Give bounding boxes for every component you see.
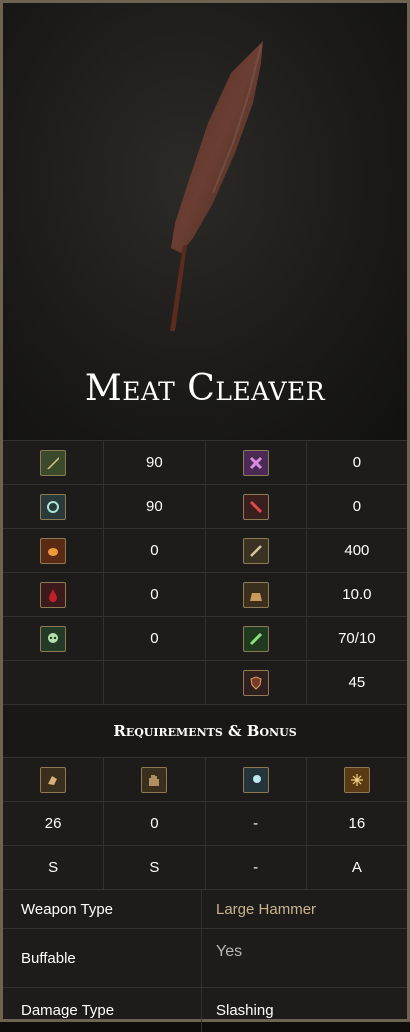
info-value: Slashing bbox=[201, 988, 407, 1032]
item-card: Meat Cleaver 90 0 90 0 0 400 0 10.0 0 70… bbox=[0, 0, 410, 1032]
item-title: Meat Cleaver bbox=[84, 368, 326, 409]
requirement-value: 26 bbox=[44, 815, 62, 832]
durability-icon bbox=[242, 537, 269, 564]
cross-icon bbox=[242, 449, 269, 476]
slash-red-icon bbox=[242, 493, 269, 520]
stat-row: 0 10.0 bbox=[3, 572, 407, 616]
scaling-grade: A bbox=[305, 846, 407, 889]
blood-icon bbox=[40, 581, 67, 608]
scaling-grade: S bbox=[48, 859, 59, 876]
requirement-value: - bbox=[204, 802, 306, 845]
stat-value: 0 bbox=[103, 573, 204, 616]
requirement-value: 0 bbox=[103, 802, 204, 845]
info-value: Yes bbox=[201, 929, 407, 987]
stat-value: 90 bbox=[103, 441, 204, 484]
stat-value: 0 bbox=[305, 441, 407, 484]
info-label: Weapon Type bbox=[21, 900, 114, 918]
scaling-grade: - bbox=[204, 846, 306, 889]
stat-value: 0 bbox=[103, 529, 204, 572]
weapon-type-link[interactable]: Large Hammer bbox=[201, 890, 407, 928]
requirement-grades-row: S S - A bbox=[3, 845, 407, 889]
scaling-grade: S bbox=[103, 846, 204, 889]
stat-value: 0 bbox=[103, 617, 204, 660]
meat-cleaver-image bbox=[170, 41, 263, 331]
faith-icon bbox=[343, 766, 370, 793]
info-label: Buffable bbox=[21, 949, 76, 967]
requirements-header: Requirements & Bonus bbox=[3, 704, 407, 757]
stat-value: 400 bbox=[305, 529, 407, 572]
requirement-values-row: 26 0 - 16 bbox=[3, 801, 407, 845]
magic-damage-icon bbox=[40, 493, 67, 520]
requirement-value: 16 bbox=[305, 802, 407, 845]
stat-value: 90 bbox=[103, 485, 204, 528]
stat-row: 90 0 bbox=[3, 484, 407, 528]
info-row-buffable: Buffable Yes bbox=[3, 928, 407, 987]
fire-damage-icon bbox=[40, 537, 67, 564]
stat-row: 90 0 bbox=[3, 440, 407, 484]
item-hero: Meat Cleaver bbox=[3, 3, 407, 440]
info-row-damage-type: Damage Type Slashing bbox=[3, 987, 407, 1032]
stat-value: 70/10 bbox=[305, 617, 407, 660]
stat-value: 10.0 bbox=[305, 573, 407, 616]
stat-row: 0 400 bbox=[3, 528, 407, 572]
stat-row: 0 70/10 bbox=[3, 616, 407, 660]
skull-icon bbox=[40, 625, 67, 652]
stat-value: 45 bbox=[305, 661, 407, 704]
physical-damage-icon bbox=[40, 449, 67, 476]
strength-icon bbox=[40, 766, 67, 793]
stat-row: 45 bbox=[3, 660, 407, 704]
stat-value: 0 bbox=[305, 485, 407, 528]
dexterity-icon bbox=[141, 766, 168, 793]
stats-grid: 90 0 90 0 0 400 0 10.0 0 70/10 45 Requir… bbox=[3, 440, 407, 1032]
stamina-icon bbox=[242, 625, 269, 652]
info-label: Damage Type bbox=[21, 1001, 115, 1019]
info-row-weapon-type: Weapon Type Large Hammer bbox=[3, 889, 407, 928]
requirement-icons-row bbox=[3, 757, 407, 801]
weight-icon bbox=[242, 581, 269, 608]
intelligence-icon bbox=[242, 766, 269, 793]
shield-icon bbox=[242, 669, 269, 696]
